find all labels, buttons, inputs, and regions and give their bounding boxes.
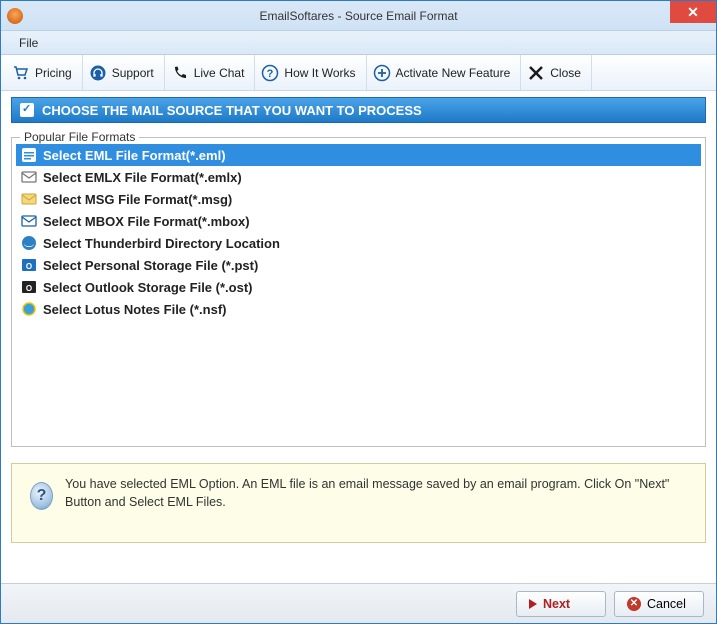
toolbar-support-label: Support bbox=[112, 66, 154, 80]
toolbar-pricing-button[interactable]: Pricing bbox=[6, 55, 83, 90]
format-list: Select EML File Format(*.eml) Select EMLX… bbox=[16, 144, 701, 320]
menu-file[interactable]: File bbox=[11, 33, 46, 53]
format-option-thunderbird[interactable]: Select Thunderbird Directory Location bbox=[16, 232, 701, 254]
toolbar-pricing-label: Pricing bbox=[35, 66, 72, 80]
toolbar-activate-button[interactable]: Activate New Feature bbox=[367, 55, 522, 90]
menubar: File bbox=[1, 31, 716, 55]
svg-text:?: ? bbox=[267, 68, 274, 80]
check-icon bbox=[20, 103, 34, 117]
formats-groupbox: Popular File Formats Select EML File For… bbox=[11, 137, 706, 447]
titlebar: EmailSoftares - Source Email Format ✕ bbox=[1, 1, 716, 31]
format-option-label: Select Lotus Notes File (*.nsf) bbox=[43, 302, 226, 317]
cancel-button[interactable]: ✕ Cancel bbox=[614, 591, 704, 617]
plus-circle-icon bbox=[373, 64, 391, 82]
section-header-title: CHOOSE THE MAIL SOURCE THAT YOU WANT TO … bbox=[42, 103, 422, 118]
footer: Next ✕ Cancel bbox=[1, 583, 716, 623]
pst-icon: O bbox=[21, 257, 37, 273]
format-option-label: Select Personal Storage File (*.pst) bbox=[43, 258, 258, 273]
format-option-label: Select MBOX File Format(*.mbox) bbox=[43, 214, 250, 229]
toolbar: Pricing Support Live Chat ? How It Works… bbox=[1, 55, 716, 91]
window-title: EmailSoftares - Source Email Format bbox=[1, 9, 716, 23]
format-option-label: Select MSG File Format(*.msg) bbox=[43, 192, 232, 207]
format-option-ost[interactable]: O Select Outlook Storage File (*.ost) bbox=[16, 276, 701, 298]
msg-icon bbox=[21, 191, 37, 207]
format-option-label: Select Outlook Storage File (*.ost) bbox=[43, 280, 252, 295]
toolbar-livechat-button[interactable]: Live Chat bbox=[165, 55, 256, 90]
format-option-msg[interactable]: Select MSG File Format(*.msg) bbox=[16, 188, 701, 210]
cancel-x-icon: ✕ bbox=[627, 597, 641, 611]
format-option-mbox[interactable]: Select MBOX File Format(*.mbox) bbox=[16, 210, 701, 232]
info-question-icon: ? bbox=[30, 482, 53, 510]
app-icon bbox=[7, 8, 23, 24]
app-window: EmailSoftares - Source Email Format ✕ Fi… bbox=[0, 0, 717, 624]
svg-text:O: O bbox=[26, 284, 32, 293]
nsf-icon bbox=[21, 301, 37, 317]
question-icon: ? bbox=[261, 64, 279, 82]
arrow-right-icon bbox=[529, 599, 537, 609]
headset-icon bbox=[89, 64, 107, 82]
cart-icon bbox=[12, 64, 30, 82]
next-button-label: Next bbox=[543, 597, 570, 611]
toolbar-close-button[interactable]: Close bbox=[521, 55, 592, 90]
mbox-icon bbox=[21, 213, 37, 229]
close-x-icon bbox=[527, 64, 545, 82]
window-close-button[interactable]: ✕ bbox=[670, 1, 716, 23]
section-header: CHOOSE THE MAIL SOURCE THAT YOU WANT TO … bbox=[11, 97, 706, 123]
format-option-eml[interactable]: Select EML File Format(*.eml) bbox=[16, 144, 701, 166]
format-option-label: Select Thunderbird Directory Location bbox=[43, 236, 280, 251]
info-box: ? You have selected EML Option. An EML f… bbox=[11, 463, 706, 543]
toolbar-support-button[interactable]: Support bbox=[83, 55, 165, 90]
format-option-label: Select EMLX File Format(*.emlx) bbox=[43, 170, 242, 185]
svg-text:O: O bbox=[26, 262, 32, 271]
ost-icon: O bbox=[21, 279, 37, 295]
cancel-button-label: Cancel bbox=[647, 597, 686, 611]
toolbar-close-label: Close bbox=[550, 66, 581, 80]
toolbar-howitworks-label: How It Works bbox=[284, 66, 355, 80]
toolbar-livechat-label: Live Chat bbox=[194, 66, 245, 80]
toolbar-howitworks-button[interactable]: ? How It Works bbox=[255, 55, 366, 90]
next-button[interactable]: Next bbox=[516, 591, 606, 617]
emlx-icon bbox=[21, 169, 37, 185]
format-option-nsf[interactable]: Select Lotus Notes File (*.nsf) bbox=[16, 298, 701, 320]
eml-icon bbox=[21, 147, 37, 163]
toolbar-activate-label: Activate New Feature bbox=[396, 66, 511, 80]
groupbox-legend: Popular File Formats bbox=[20, 130, 139, 144]
thunderbird-icon bbox=[21, 235, 37, 251]
format-option-label: Select EML File Format(*.eml) bbox=[43, 148, 226, 163]
info-text: You have selected EML Option. An EML fil… bbox=[65, 476, 687, 511]
phone-icon bbox=[171, 64, 189, 82]
format-option-pst[interactable]: O Select Personal Storage File (*.pst) bbox=[16, 254, 701, 276]
main-area: Popular File Formats Select EML File For… bbox=[11, 133, 706, 573]
format-option-emlx[interactable]: Select EMLX File Format(*.emlx) bbox=[16, 166, 701, 188]
